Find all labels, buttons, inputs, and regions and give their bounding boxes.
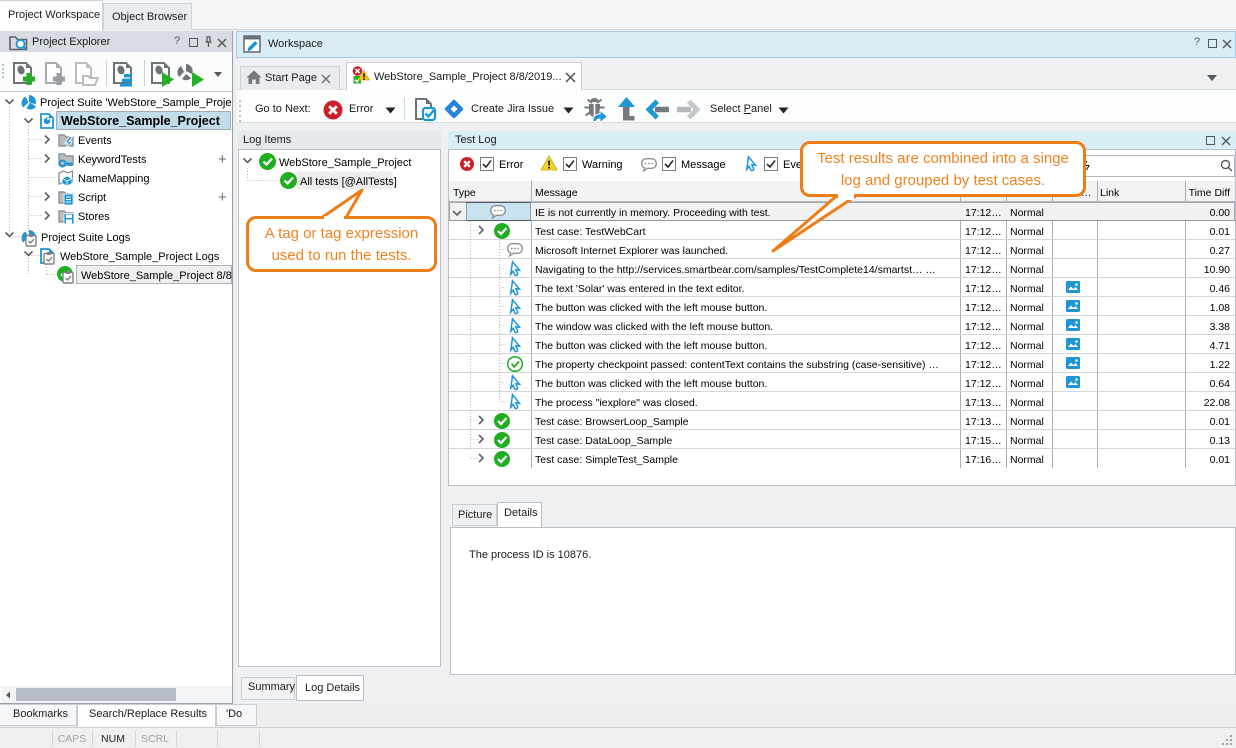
svg-text:Warning: Warning xyxy=(582,159,623,171)
svg-text:Normal: Normal xyxy=(1010,378,1044,390)
svg-text:17:12…: 17:12… xyxy=(965,359,1002,371)
svg-text:Project Suite 'WebStore_Sample: Project Suite 'WebStore_Sample_Projec xyxy=(40,97,232,109)
svg-text:Test case: DataLoop_Sample: Test case: DataLoop_Sample xyxy=(535,435,672,447)
svg-text:Error: Error xyxy=(499,159,524,171)
svg-text:+: + xyxy=(218,189,227,206)
svg-text:+: + xyxy=(218,151,227,168)
svg-text:IE is not currently in memory.: IE is not currently in memory. Proceedin… xyxy=(535,207,771,219)
svg-text:Normal: Normal xyxy=(1010,435,1044,447)
svg-text:Normal: Normal xyxy=(1010,226,1044,238)
svg-text:17:15…: 17:15… xyxy=(965,435,1002,447)
svg-text:Link: Link xyxy=(1100,187,1120,199)
svg-text:3.38: 3.38 xyxy=(1210,321,1231,333)
svg-text:0.46: 0.46 xyxy=(1210,283,1231,295)
svg-text:17:12…: 17:12… xyxy=(965,340,1002,352)
svg-text:KeywordTests: KeywordTests xyxy=(78,154,147,166)
svg-text:WebStore_Sample_Project Logs: WebStore_Sample_Project Logs xyxy=(60,251,220,263)
svg-text:17:16…: 17:16… xyxy=(965,454,1002,466)
svg-text:Normal: Normal xyxy=(1010,302,1044,314)
svg-text:Normal: Normal xyxy=(1010,340,1044,352)
svg-text:The text 'Solar' was entered i: The text 'Solar' was entered in the text… xyxy=(535,283,744,295)
svg-text:17:13…: 17:13… xyxy=(965,416,1002,428)
svg-text:Normal: Normal xyxy=(1010,283,1044,295)
svg-text:17:12…: 17:12… xyxy=(965,378,1002,390)
svg-text:4.71: 4.71 xyxy=(1210,340,1231,352)
svg-text:Normal: Normal xyxy=(1010,264,1044,276)
svg-text:0.64: 0.64 xyxy=(1210,378,1231,390)
svg-text:17:12…: 17:12… xyxy=(965,321,1002,333)
svg-text:17:12…: 17:12… xyxy=(965,302,1002,314)
svg-text:10.90: 10.90 xyxy=(1204,264,1230,276)
svg-text:Script: Script xyxy=(78,192,106,204)
svg-text:0.01: 0.01 xyxy=(1210,226,1231,238)
svg-text:1.08: 1.08 xyxy=(1210,302,1231,314)
svg-text:17:12…: 17:12… xyxy=(965,207,1002,219)
svg-text:Navigating to the http://servi: Navigating to the http://services.smartb… xyxy=(535,264,936,276)
svg-text:Normal: Normal xyxy=(1010,245,1044,257)
svg-text:0.01: 0.01 xyxy=(1210,416,1231,428)
svg-text:Normal: Normal xyxy=(1010,454,1044,466)
svg-text:Test case: SimpleTest_Sample: Test case: SimpleTest_Sample xyxy=(535,454,678,466)
svg-text:Test case: BrowserLoop_Sample: Test case: BrowserLoop_Sample xyxy=(535,416,689,428)
svg-text:The button was clicked with th: The button was clicked with the left mou… xyxy=(535,378,767,390)
svg-text:17:13…: 17:13… xyxy=(965,397,1002,409)
svg-text:Microsoft Internet Explorer wa: Microsoft Internet Explorer was launched… xyxy=(535,245,728,257)
svg-text:Normal: Normal xyxy=(1010,397,1044,409)
svg-text:SCRL: SCRL xyxy=(141,733,169,745)
svg-text:WebStore_Sample_Project: WebStore_Sample_Project xyxy=(279,157,411,169)
svg-text:The window was clicked with th: The window was clicked with the left mou… xyxy=(535,321,773,333)
svg-text:17:12…: 17:12… xyxy=(965,245,1002,257)
svg-text:The property checkpoint passed: The property checkpoint passed: contentT… xyxy=(535,359,939,371)
svg-text:17:12…: 17:12… xyxy=(965,283,1002,295)
svg-text:Normal: Normal xyxy=(1010,416,1044,428)
svg-text:Stores: Stores xyxy=(78,211,110,223)
svg-text:Events: Events xyxy=(78,135,112,147)
svg-text:1.22: 1.22 xyxy=(1210,359,1231,371)
svg-text:The button was clicked with th: The button was clicked with the left mou… xyxy=(535,340,767,352)
svg-text:The button was clicked with th: The button was clicked with the left mou… xyxy=(535,302,767,314)
svg-text:17:12…: 17:12… xyxy=(965,264,1002,276)
svg-text:Project Suite Logs: Project Suite Logs xyxy=(41,232,131,244)
svg-text:0.01: 0.01 xyxy=(1210,454,1231,466)
svg-text:0.13: 0.13 xyxy=(1210,435,1231,447)
svg-text:NUM: NUM xyxy=(101,733,125,745)
svg-text:NameMapping: NameMapping xyxy=(78,173,150,185)
svg-text:0.27: 0.27 xyxy=(1210,245,1231,257)
svg-text:WebStore_Sample_Project: WebStore_Sample_Project xyxy=(61,114,221,128)
svg-text:WebStore_Sample_Project 8/8/2: WebStore_Sample_Project 8/8/2 xyxy=(81,270,232,282)
svg-text:Message: Message xyxy=(681,159,726,171)
svg-text:22.08: 22.08 xyxy=(1204,397,1230,409)
svg-text:17:12…: 17:12… xyxy=(965,226,1002,238)
svg-text:CAPS: CAPS xyxy=(58,733,87,745)
svg-text:Type: Type xyxy=(453,187,476,199)
svg-text:The process "iexplore" was clo: The process "iexplore" was closed. xyxy=(535,397,698,409)
svg-text:Normal: Normal xyxy=(1010,321,1044,333)
svg-text:Normal: Normal xyxy=(1010,359,1044,371)
svg-text:Test case: TestWebCart: Test case: TestWebCart xyxy=(535,226,646,238)
svg-text:0.00: 0.00 xyxy=(1210,207,1231,219)
svg-text:Normal: Normal xyxy=(1010,207,1044,219)
svg-text:Time Diff: Time Diff xyxy=(1189,187,1231,199)
svg-text:Message: Message xyxy=(535,187,578,199)
